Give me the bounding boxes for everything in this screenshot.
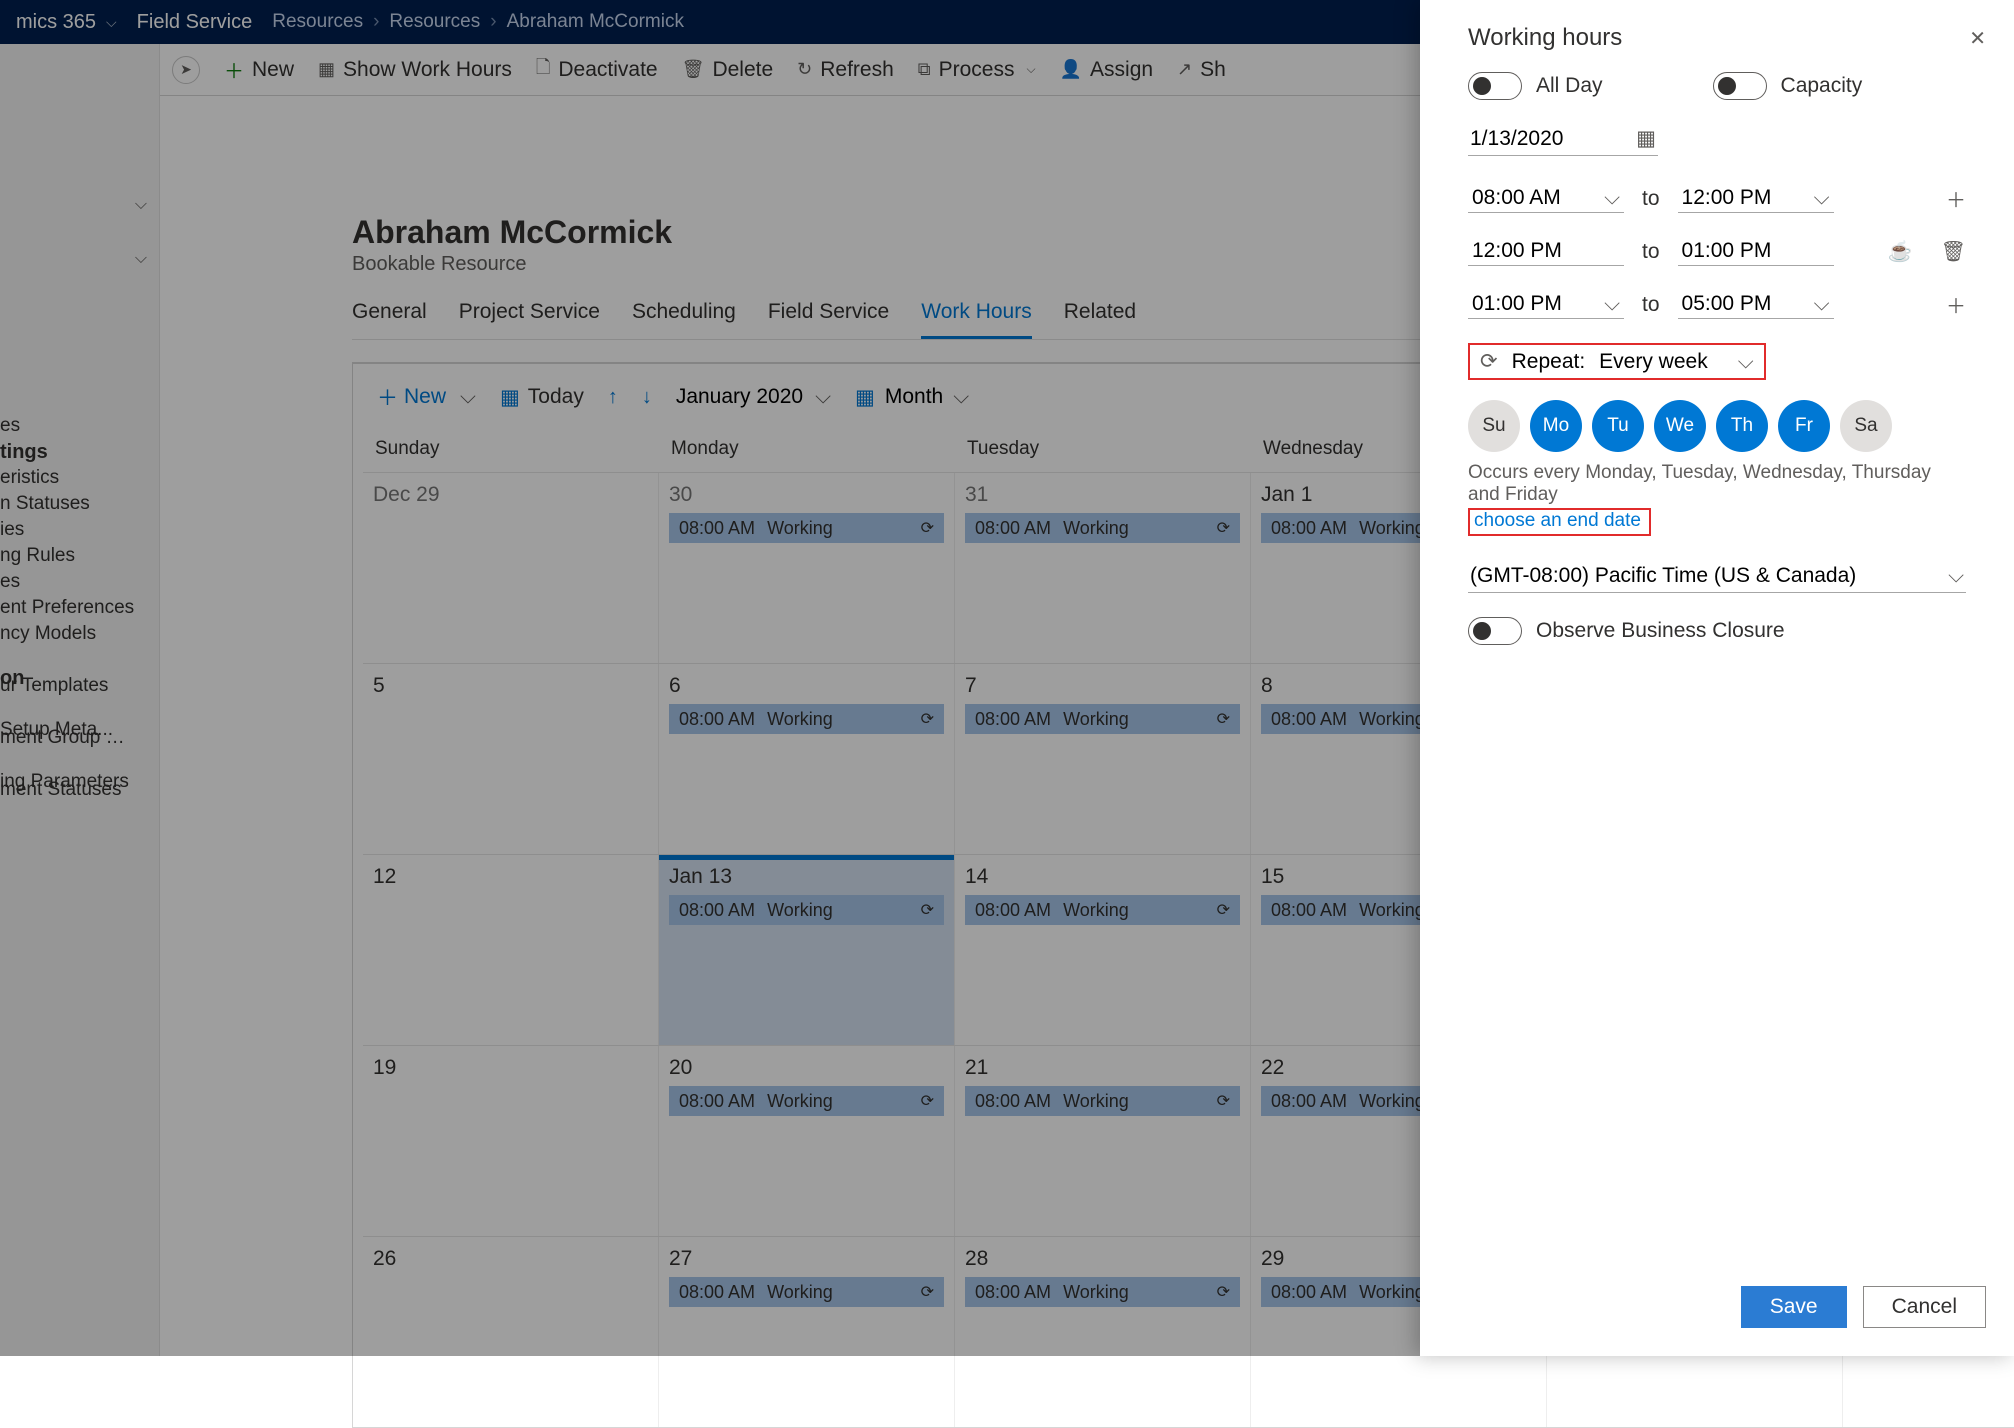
observe-closure-toggle[interactable] [1468, 617, 1522, 645]
from-time-select[interactable]: 12:00 PM [1468, 237, 1624, 266]
to-time-value: 01:00 PM [1682, 239, 1772, 263]
day-chip-th[interactable]: Th [1716, 400, 1768, 452]
add-slot-icon[interactable]: ＋ [1946, 290, 1966, 319]
to-time-select[interactable]: 12:00 PM ⌵ [1678, 184, 1834, 213]
chevron-down-icon: ⌵ [1948, 564, 1964, 588]
add-slot-icon[interactable]: ＋ [1946, 184, 1966, 213]
capacity-toggle[interactable] [1713, 72, 1767, 100]
calendar-icon: ▦ [1636, 126, 1656, 151]
date-input[interactable]: 1/13/2020 ▦ [1468, 122, 1658, 156]
time-slot-row: 12:00 PM to 01:00 PM ☕ 🗑 [1468, 237, 1966, 266]
to-time-value: 12:00 PM [1682, 186, 1772, 210]
working-hours-panel: Working hours ✕ All Day Capacity 1/13/20… [1420, 0, 2014, 1356]
from-time-select[interactable]: 01:00 PM ⌵ [1468, 290, 1624, 319]
time-slot-row: 08:00 AM ⌵ to 12:00 PM ⌵ ＋ [1468, 184, 1966, 213]
repeat-value: Every week [1599, 350, 1708, 374]
allday-label: All Day [1536, 74, 1603, 98]
to-time-select[interactable]: 01:00 PM [1678, 237, 1834, 266]
occurs-text: Occurs every Monday, Tuesday, Wednesday,… [1468, 462, 1966, 506]
day-chip-tu[interactable]: Tu [1592, 400, 1644, 452]
repeat-icon: ⟳ [1480, 349, 1498, 374]
timezone-select[interactable]: (GMT-08:00) Pacific Time (US & Canada) ⌵ [1468, 560, 1966, 593]
day-chip-we[interactable]: We [1654, 400, 1706, 452]
chevron-down-icon: ⌵ [1738, 350, 1754, 374]
to-label: to [1642, 293, 1660, 317]
panel-title: Working hours [1468, 24, 1622, 52]
to-label: to [1642, 187, 1660, 211]
save-button[interactable]: Save [1741, 1286, 1847, 1328]
close-icon[interactable]: ✕ [1969, 26, 1986, 51]
day-chip-fr[interactable]: Fr [1778, 400, 1830, 452]
to-label: to [1642, 240, 1660, 264]
choose-end-date-link[interactable]: choose an end date [1468, 508, 1651, 536]
to-time-select[interactable]: 05:00 PM ⌵ [1678, 290, 1834, 319]
repeat-select[interactable]: ⟳ Repeat: Every week ⌵ [1468, 343, 1766, 380]
time-slot-row: 01:00 PM ⌵ to 05:00 PM ⌵ ＋ [1468, 290, 1966, 319]
chevron-down-icon: ⌵ [1604, 292, 1620, 316]
cancel-button[interactable]: Cancel [1863, 1286, 1986, 1328]
day-picker: SuMoTuWeThFrSa [1468, 400, 1966, 452]
from-time-value: 01:00 PM [1472, 292, 1562, 316]
from-time-select[interactable]: 08:00 AM ⌵ [1468, 184, 1624, 213]
day-chip-su[interactable]: Su [1468, 400, 1520, 452]
chevron-down-icon: ⌵ [1814, 292, 1830, 316]
day-chip-sa[interactable]: Sa [1840, 400, 1892, 452]
from-time-value: 08:00 AM [1472, 186, 1561, 210]
from-time-value: 12:00 PM [1472, 239, 1562, 263]
date-value: 1/13/2020 [1470, 127, 1563, 151]
repeat-label: Repeat: [1512, 350, 1586, 374]
capacity-label: Capacity [1781, 74, 1863, 98]
day-chip-mo[interactable]: Mo [1530, 400, 1582, 452]
observe-closure-label: Observe Business Closure [1536, 619, 1785, 643]
to-time-value: 05:00 PM [1682, 292, 1772, 316]
delete-slot-icon[interactable]: 🗑 [1941, 239, 1966, 264]
chevron-down-icon: ⌵ [1604, 186, 1620, 210]
chevron-down-icon: ⌵ [1814, 186, 1830, 210]
break-icon[interactable]: ☕ [1888, 239, 1913, 264]
allday-toggle[interactable] [1468, 72, 1522, 100]
timezone-value: (GMT-08:00) Pacific Time (US & Canada) [1470, 564, 1856, 588]
